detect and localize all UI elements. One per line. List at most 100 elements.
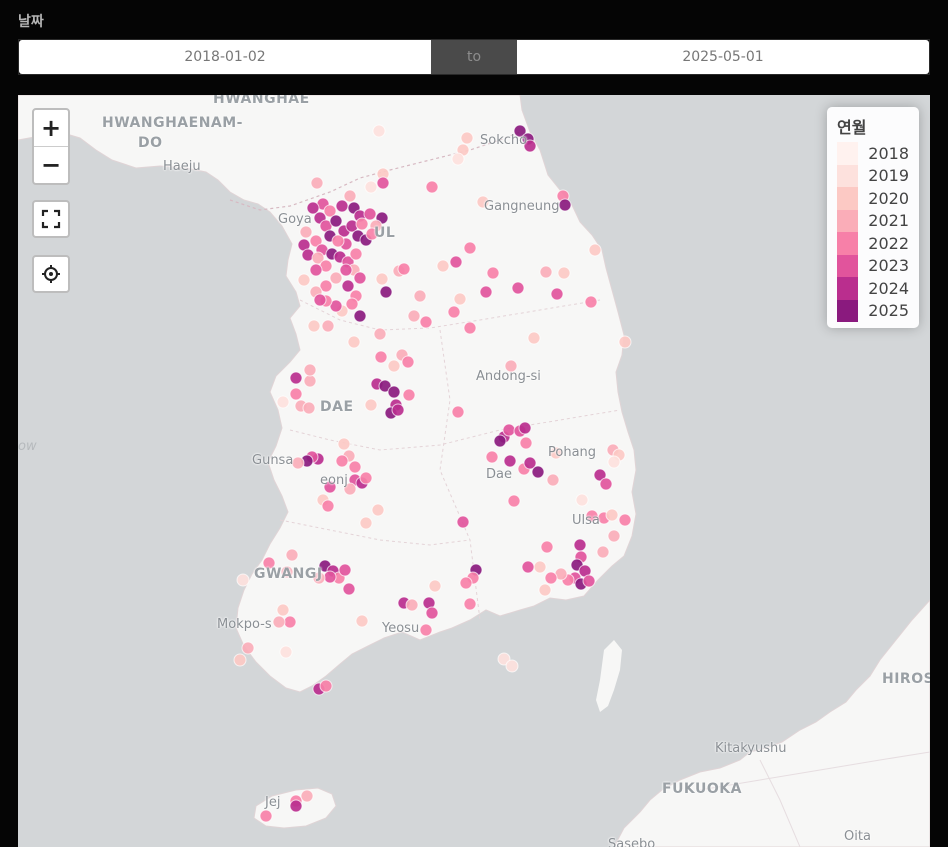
map-point-2022[interactable] — [349, 247, 363, 261]
map-point-2020[interactable] — [307, 319, 321, 333]
map-point-2021[interactable] — [285, 548, 299, 562]
map-point-2022[interactable] — [463, 241, 477, 255]
map-point-2021[interactable] — [329, 271, 343, 285]
map-point-2020[interactable] — [355, 614, 369, 628]
map-point-2023[interactable] — [342, 582, 356, 596]
map-point-2020[interactable] — [276, 603, 290, 617]
map-point-2022[interactable] — [584, 295, 598, 309]
map-point-2022[interactable] — [544, 571, 558, 585]
map-point-2024[interactable] — [573, 538, 587, 552]
map-point-2022[interactable] — [355, 217, 369, 231]
map-point-2020[interactable] — [347, 335, 361, 349]
map-point-2021[interactable] — [539, 265, 553, 279]
map-point-2024[interactable] — [518, 421, 532, 435]
map-point-2019[interactable] — [364, 180, 378, 194]
map-point-2020[interactable] — [533, 560, 547, 574]
map-point-2019[interactable] — [276, 395, 290, 409]
map-point-2021[interactable] — [413, 289, 427, 303]
map-point-2022[interactable] — [459, 576, 473, 590]
map-point-2023[interactable] — [582, 574, 596, 588]
map-point-2023[interactable] — [425, 606, 439, 620]
map-point-2021[interactable] — [302, 401, 316, 415]
map-point-2025[interactable] — [329, 214, 343, 228]
map-view[interactable]: HWANGHAE HWANGHAENAM- DO Haeju Sokcho Ga… — [18, 95, 930, 847]
map-point-2020[interactable] — [375, 272, 389, 286]
map-point-2019[interactable] — [279, 645, 293, 659]
map-point-2021[interactable] — [343, 189, 357, 203]
map-point-2023[interactable] — [338, 563, 352, 577]
map-point-2022[interactable] — [419, 315, 433, 329]
map-point-2021[interactable] — [373, 327, 387, 341]
map-point-2024[interactable] — [289, 371, 303, 385]
map-point-2019[interactable] — [236, 573, 250, 587]
map-point-2021[interactable] — [310, 176, 324, 190]
map-point-2025[interactable] — [531, 465, 545, 479]
map-point-2020[interactable] — [359, 516, 373, 530]
map-point-2022[interactable] — [507, 494, 521, 508]
map-point-2020[interactable] — [371, 503, 385, 517]
map-point-2023[interactable] — [313, 293, 327, 307]
map-point-2022[interactable] — [451, 405, 465, 419]
map-point-2019[interactable] — [505, 659, 519, 673]
map-point-2024[interactable] — [503, 454, 517, 468]
map-point-2021[interactable] — [607, 529, 621, 543]
map-point-2020[interactable] — [527, 331, 541, 345]
map-point-2019[interactable] — [451, 152, 465, 166]
map-point-2022[interactable] — [401, 355, 415, 369]
map-point-2025[interactable] — [493, 434, 507, 448]
map-point-2020[interactable] — [588, 243, 602, 257]
zoom-in-button[interactable]: + — [34, 110, 68, 147]
map-point-2020[interactable] — [460, 131, 474, 145]
zoom-out-button[interactable]: − — [34, 147, 68, 183]
map-point-2022[interactable] — [486, 266, 500, 280]
map-point-2020[interactable] — [436, 259, 450, 273]
map-point-2022[interactable] — [259, 809, 273, 823]
map-point-2019[interactable] — [372, 124, 386, 138]
map-point-2022[interactable] — [374, 350, 388, 364]
map-point-2023[interactable] — [353, 271, 367, 285]
end-date-input[interactable]: 2025-05-01 — [517, 40, 929, 74]
map-point-2020[interactable] — [557, 266, 571, 280]
start-date-input[interactable]: 2018-01-02 — [19, 40, 431, 74]
map-point-2023[interactable] — [339, 263, 353, 277]
map-point-2025[interactable] — [558, 198, 572, 212]
map-point-2019[interactable] — [607, 455, 621, 469]
map-point-2024[interactable] — [341, 279, 355, 293]
map-point-2022[interactable] — [331, 234, 345, 248]
map-point-2023[interactable] — [502, 423, 516, 437]
map-point-2023[interactable] — [363, 207, 377, 221]
map-point-2021[interactable] — [300, 789, 314, 803]
map-point-2021[interactable] — [596, 545, 610, 559]
map-point-2023[interactable] — [521, 560, 535, 574]
map-point-2022[interactable] — [348, 460, 362, 474]
map-point-2022[interactable] — [319, 679, 333, 693]
map-point-2022[interactable] — [447, 305, 461, 319]
map-point-2022[interactable] — [463, 597, 477, 611]
map-point-2021[interactable] — [303, 363, 317, 377]
map-point-2022[interactable] — [397, 262, 411, 276]
map-point-2022[interactable] — [425, 180, 439, 194]
map-point-2021[interactable] — [299, 225, 313, 239]
map-point-2022[interactable] — [419, 623, 433, 637]
map-point-2022[interactable] — [321, 499, 335, 513]
map-point-2021[interactable] — [405, 598, 419, 612]
map-point-2023[interactable] — [376, 176, 390, 190]
map-point-2022[interactable] — [540, 540, 554, 554]
map-point-2019[interactable] — [575, 493, 589, 507]
map-point-2020[interactable] — [337, 437, 351, 451]
map-point-2021[interactable] — [272, 615, 286, 629]
map-point-2023[interactable] — [309, 263, 323, 277]
locate-button[interactable] — [32, 255, 70, 293]
map-point-2023[interactable] — [323, 570, 337, 584]
map-point-2024[interactable] — [391, 403, 405, 417]
map-point-2022[interactable] — [289, 387, 303, 401]
map-point-2020[interactable] — [618, 335, 632, 349]
map-point-2023[interactable] — [599, 477, 613, 491]
map-point-2022[interactable] — [335, 454, 349, 468]
map-point-2020[interactable] — [453, 292, 467, 306]
map-point-2022[interactable] — [359, 471, 373, 485]
map-point-2023[interactable] — [456, 515, 470, 529]
map-point-2025[interactable] — [353, 309, 367, 323]
map-point-2024[interactable] — [335, 199, 349, 213]
map-point-2021[interactable] — [303, 374, 317, 388]
